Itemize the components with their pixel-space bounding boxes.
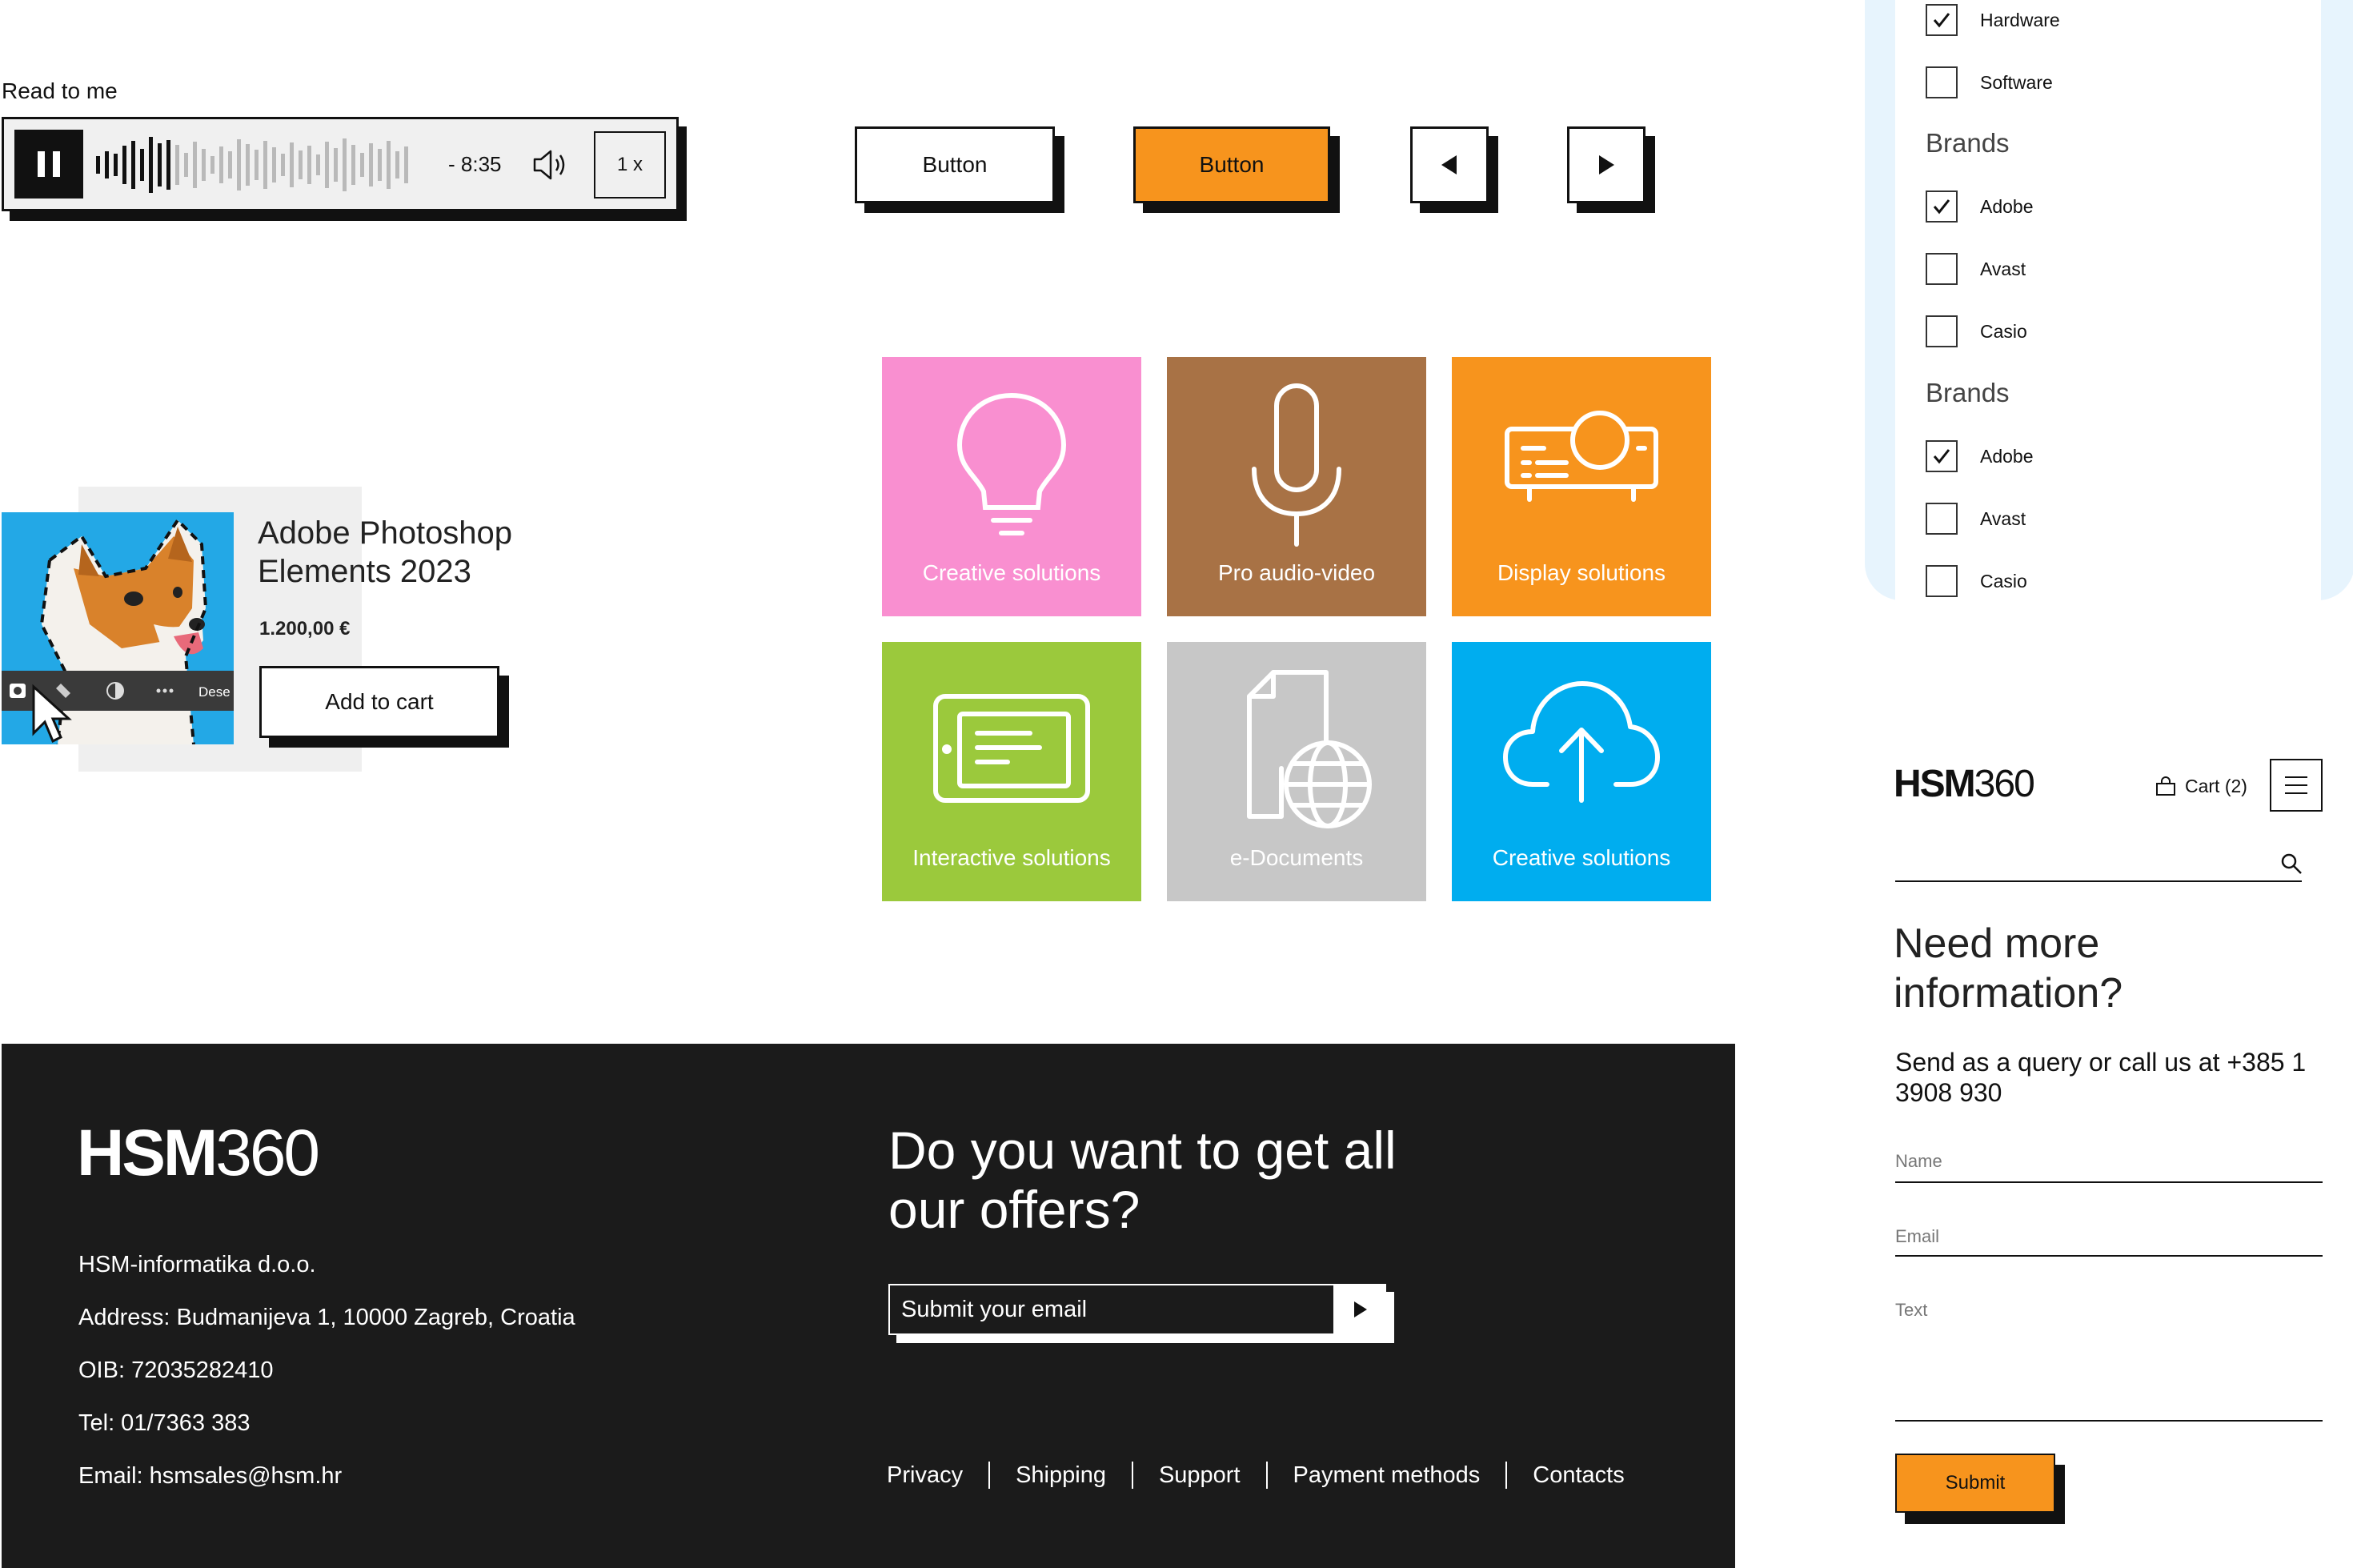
footer-oib: OIB: 72035282410 [78,1357,274,1383]
text-field[interactable] [1895,1420,2323,1422]
logo[interactable]: HSM360 [1894,762,2035,806]
read-to-me-label: Read to me [2,78,118,103]
product-image[interactable]: Dese [2,512,234,744]
newsletter-heading: Do you want to get all our offers? [888,1121,1397,1239]
tile-label: Creative solutions [922,560,1101,585]
tile-label: Display solutions [1497,560,1666,585]
filter-label: Software [1980,71,2053,93]
pause-button[interactable] [14,130,83,199]
filter-item-avast[interactable]: Avast [1926,253,2026,285]
name-field[interactable] [1895,1181,2323,1183]
divider [988,1462,991,1489]
filter-label: Avast [1980,258,2026,279]
lightbulb-icon [956,392,1067,535]
filter-label: Hardware [1980,9,2060,30]
previous-button[interactable] [1410,126,1489,203]
time-remaining: - 8:35 [448,152,502,176]
footer-logo[interactable]: HSM360 [77,1116,320,1191]
filter-item-hardware[interactable]: Hardware [1926,4,2060,36]
volume-icon[interactable] [530,147,568,182]
checkbox[interactable] [1926,503,1958,535]
newsletter-submit-button[interactable] [1333,1285,1385,1333]
product-price: 1.200,00 € [259,618,351,640]
primary-button[interactable]: Button [1133,126,1330,203]
tile-creative-solutions-cloud[interactable]: Creative solutions [1452,642,1711,901]
newsletter-email-input[interactable]: Submit your email [888,1284,1386,1335]
divider [1131,1462,1133,1489]
outline-button[interactable]: Button [855,126,1055,203]
checkbox[interactable] [1926,66,1958,98]
filter-item-casio[interactable]: Casio [1926,565,2027,597]
footer-link-support[interactable]: Support [1159,1462,1241,1489]
arrow-right-icon [1354,1301,1367,1317]
email-field[interactable] [1895,1255,2323,1257]
search-icon[interactable] [2279,852,2303,876]
tile-pro-audio-video[interactable]: Pro audio-video [1167,357,1426,616]
divider [1265,1462,1268,1489]
footer-email[interactable]: Email: hsmsales@hsm.hr [78,1463,342,1490]
footer-link-privacy[interactable]: Privacy [887,1462,963,1489]
next-button[interactable] [1567,126,1645,203]
product-title[interactable]: Adobe Photoshop Elements 2023 [258,514,562,591]
checkbox[interactable] [1926,565,1958,597]
playback-speed-button[interactable]: 1 x [594,131,666,199]
filter-label: Adobe [1980,195,2034,217]
search-input[interactable] [1895,880,2302,882]
footer-link-payment-methods[interactable]: Payment methods [1293,1462,1481,1489]
filter-label: Casio [1980,320,2027,342]
cart-bag-icon [2156,776,2175,796]
tablet-icon [933,694,1090,803]
add-to-cart-button[interactable]: Add to cart [259,666,499,738]
footer-company: HSM-informatika d.o.o. [78,1252,316,1277]
filter-item-adobe[interactable]: Adobe [1926,440,2034,472]
arrow-right-icon [1599,155,1614,174]
tile-interactive-solutions[interactable]: Interactive solutions [882,642,1141,901]
checkbox[interactable] [1926,253,1958,285]
filter-label: Casio [1980,570,2027,592]
footer-link-shipping[interactable]: Shipping [1016,1462,1106,1489]
arrow-left-icon [1441,155,1457,174]
divider [1505,1462,1508,1489]
email-field-label: Email [1895,1226,1940,1246]
hamburger-menu-button[interactable] [2270,759,2323,812]
tile-display-solutions[interactable]: Display solutions [1452,357,1711,616]
footer-links: Privacy Shipping Support Payment methods… [887,1462,1625,1489]
cart-link[interactable]: Cart (2) [2155,775,2247,797]
filter-item-casio[interactable]: Casio [1926,315,2027,347]
tile-label: Interactive solutions [912,845,1111,870]
name-field-label: Name [1895,1151,1942,1171]
checkbox-checked[interactable] [1926,4,1958,36]
text-field-label: Text [1895,1300,1928,1320]
filter-label: Avast [1980,507,2026,529]
checkbox-checked[interactable] [1926,190,1958,223]
cart-label: Cart (2) [2185,775,2247,796]
document-globe-icon [1247,670,1372,828]
projector-icon [1505,411,1658,502]
filter-label: Adobe [1980,445,2034,467]
microphone-icon [1252,383,1341,547]
audio-waveform[interactable] [96,134,432,195]
cloud-upload-icon [1503,681,1660,803]
footer-address: Address: Budmanijeva 1, 10000 Zagreb, Cr… [78,1305,575,1330]
contact-heading: Need more information? [1894,920,2123,1017]
tile-e-documents[interactable]: e-Documents [1167,642,1426,901]
tile-label: Pro audio-video [1217,560,1376,585]
checkbox-checked[interactable] [1926,440,1958,472]
footer-tel[interactable]: Tel: 01/7363 383 [78,1410,250,1437]
filter-group-title: Brands [1926,128,2010,158]
contact-subtext: Send as a query or call us at +385 1 390… [1895,1048,2307,1107]
toolbar-text: Dese [198,684,230,700]
submit-button[interactable]: Submit [1895,1454,2055,1513]
tile-label: e-Documents [1229,845,1364,870]
filter-group-title: Brands [1926,378,2010,407]
tile-creative-solutions[interactable]: Creative solutions [882,357,1141,616]
footer-link-contacts[interactable]: Contacts [1533,1462,1624,1489]
email-placeholder[interactable]: Submit your email [890,1297,1333,1323]
filter-item-adobe[interactable]: Adobe [1926,190,2034,223]
tile-label: Creative solutions [1492,845,1671,870]
checkbox[interactable] [1926,315,1958,347]
filter-item-software[interactable]: Software [1926,66,2053,98]
filter-item-avast[interactable]: Avast [1926,503,2026,535]
